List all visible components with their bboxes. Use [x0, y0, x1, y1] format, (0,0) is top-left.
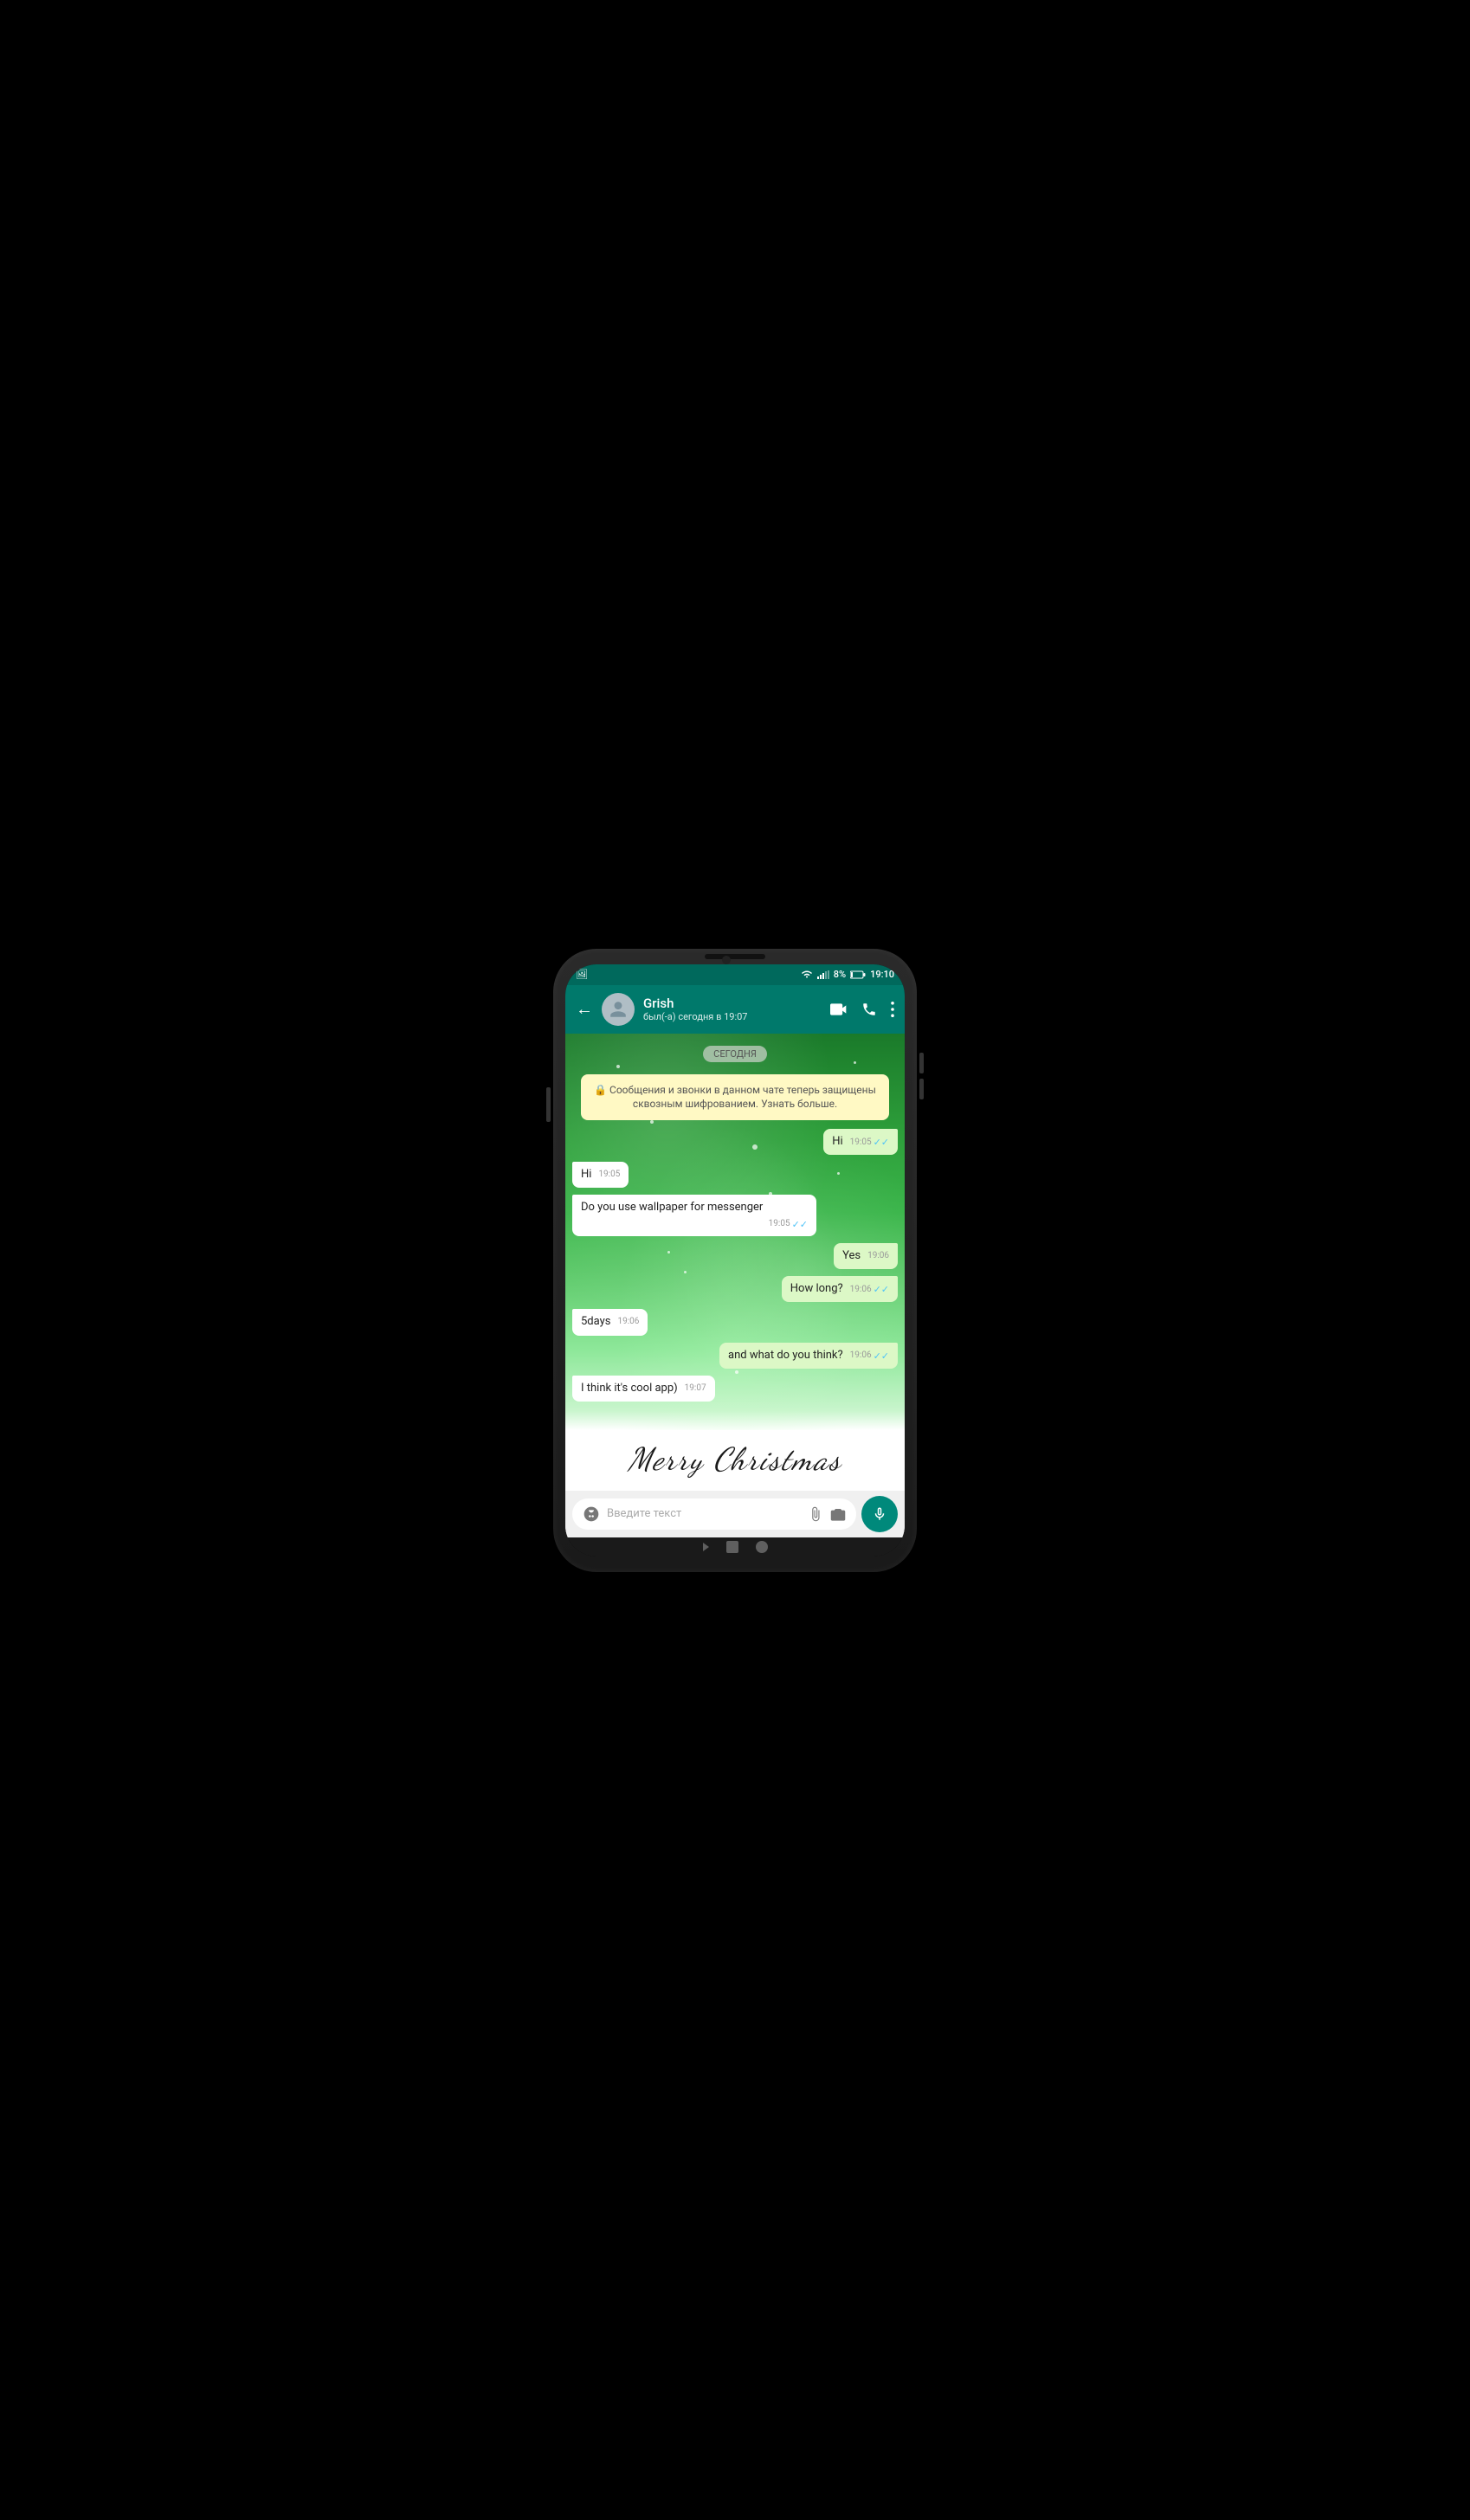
header-actions	[830, 1002, 894, 1017]
message-text: Do you use wallpaper for messenger	[581, 1201, 763, 1214]
clock: 19:10	[870, 969, 894, 980]
battery-icon	[850, 970, 866, 979]
mic-button[interactable]	[861, 1496, 898, 1532]
status-image-icon: 🖼	[576, 969, 588, 980]
message-meta: 19:06	[867, 1250, 889, 1262]
merry-christmas-text: Merry Christmas	[628, 1441, 841, 1479]
message-bubble-outgoing: Yes 19:06	[834, 1243, 898, 1269]
battery-level: 8%	[834, 969, 846, 980]
message-meta: 19:06 ✓✓	[850, 1283, 889, 1296]
message-bubble-incoming: Do you use wallpaper for messenger 19:05…	[572, 1195, 816, 1236]
input-bar: Введите текст	[565, 1491, 905, 1537]
message-text: 5days	[581, 1315, 610, 1328]
nav-recent-button[interactable]	[756, 1541, 768, 1553]
message-time: 19:06	[617, 1316, 639, 1328]
message-ticks: ✓✓	[874, 1350, 889, 1363]
power-button	[546, 1087, 551, 1122]
bottom-navigation	[565, 1537, 905, 1556]
signal-icon	[817, 970, 829, 979]
message-row: I think it's cool app) 19:07	[572, 1376, 898, 1402]
message-text: Hi	[581, 1168, 591, 1181]
message-text: Yes	[842, 1249, 861, 1262]
message-row: Do you use wallpaper for messenger 19:05…	[572, 1195, 898, 1236]
message-bubble-incoming: 5days 19:06	[572, 1309, 648, 1335]
message-bubble-outgoing: How long? 19:06 ✓✓	[782, 1276, 898, 1302]
message-time: 19:05	[769, 1218, 790, 1230]
contact-name: Grish	[643, 996, 822, 1011]
phone-camera	[722, 956, 731, 964]
input-placeholder[interactable]: Введите текст	[607, 1507, 801, 1520]
back-button[interactable]: ←	[576, 998, 593, 1020]
message-input-container[interactable]: Введите текст	[572, 1498, 856, 1530]
message-ticks: ✓✓	[874, 1283, 889, 1296]
nav-home-button[interactable]	[726, 1541, 738, 1553]
message-meta: 19:06	[617, 1316, 639, 1328]
message-time: 19:05	[850, 1137, 872, 1149]
message-time: 19:07	[685, 1382, 706, 1395]
status-bar: 🖼 8%	[565, 964, 905, 985]
message-text: I think it's cool app)	[581, 1382, 678, 1395]
message-row: Yes 19:06	[572, 1243, 898, 1269]
mic-icon	[872, 1506, 887, 1522]
contact-status: был(-а) сегодня в 19:07	[643, 1011, 822, 1022]
status-right: 8% 19:10	[801, 969, 894, 980]
message-time: 19:06	[867, 1250, 889, 1262]
message-bubble-incoming: I think it's cool app) 19:07	[572, 1376, 715, 1402]
message-meta: 19:05	[598, 1169, 620, 1181]
message-bubble-incoming: Hi 19:05	[572, 1162, 629, 1188]
chat-area: СЕГОДНЯ 🔒 Сообщения и звонки в данном ча…	[565, 1034, 905, 1430]
wifi-icon	[801, 970, 813, 979]
message-text: and what do you think?	[728, 1349, 843, 1362]
status-left: 🖼	[576, 969, 588, 980]
message-bubble-outgoing: and what do you think? 19:06 ✓✓	[719, 1343, 898, 1369]
video-call-icon[interactable]	[830, 1003, 848, 1015]
contact-info: Grish был(-а) сегодня в 19:07	[643, 996, 822, 1022]
date-badge: СЕГОДНЯ	[703, 1046, 767, 1062]
message-time: 19:06	[850, 1350, 872, 1362]
phone-screen: 🖼 8%	[565, 964, 905, 1556]
nav-back-button[interactable]	[703, 1543, 709, 1551]
message-meta: 19:05 ✓✓	[850, 1136, 889, 1149]
bottom-area: Merry Christmas Введите текст	[565, 1430, 905, 1537]
message-row: and what do you think? 19:06 ✓✓	[572, 1343, 898, 1369]
message-row: Hi 19:05 ✓✓	[572, 1129, 898, 1155]
phone-device: 🖼 8%	[553, 949, 917, 1572]
message-row: How long? 19:06 ✓✓	[572, 1276, 898, 1302]
message-time: 19:05	[598, 1169, 620, 1181]
messages-container: СЕГОДНЯ 🔒 Сообщения и звонки в данном ча…	[565, 1034, 905, 1410]
camera-icon[interactable]	[830, 1506, 846, 1522]
message-meta: 19:05 ✓✓	[769, 1218, 808, 1231]
merry-christmas-image: Merry Christmas	[565, 1430, 905, 1491]
message-time: 19:06	[850, 1284, 872, 1296]
message-text: How long?	[790, 1282, 843, 1295]
call-icon[interactable]	[861, 1002, 877, 1017]
chat-header: ← Grish был(-а) сегодня в 19:07	[565, 985, 905, 1034]
message-row: Hi 19:05	[572, 1162, 898, 1188]
message-text: Hi	[832, 1135, 842, 1148]
phone-speaker	[705, 954, 765, 959]
message-meta: 19:06 ✓✓	[850, 1350, 889, 1363]
message-ticks: ✓✓	[792, 1218, 808, 1231]
message-bubble-outgoing: Hi 19:05 ✓✓	[823, 1129, 898, 1155]
emoji-icon[interactable]	[583, 1505, 600, 1523]
avatar	[602, 993, 635, 1026]
more-options-icon[interactable]	[891, 1002, 894, 1017]
attach-icon[interactable]	[808, 1506, 823, 1522]
volume-buttons	[919, 1053, 924, 1099]
message-row: 5days 19:06	[572, 1309, 898, 1335]
message-ticks: ✓✓	[874, 1136, 889, 1149]
message-meta: 19:07	[685, 1382, 706, 1395]
encryption-notice: 🔒 Сообщения и звонки в данном чате тепер…	[581, 1074, 889, 1121]
